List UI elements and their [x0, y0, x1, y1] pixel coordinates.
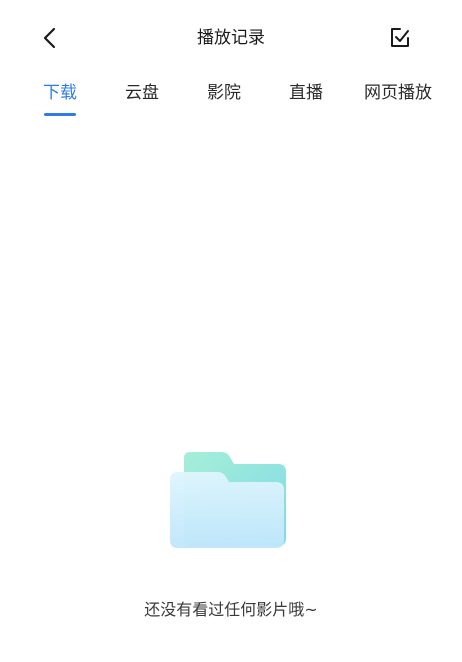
tab-cinema[interactable]: 影院: [207, 80, 241, 106]
empty-state-message: 还没有看过任何影片哦~: [144, 600, 318, 619]
tab-live[interactable]: 直播: [289, 80, 323, 106]
tab-cloud-drive[interactable]: 云盘: [125, 80, 159, 106]
back-button[interactable]: [36, 24, 64, 52]
tab-web-playback[interactable]: 网页播放: [364, 80, 432, 106]
edit-select-button[interactable]: [386, 24, 414, 52]
header: 播放记录: [0, 0, 462, 76]
active-tab-indicator: [44, 113, 76, 116]
folder-icon: [170, 452, 286, 548]
chevron-left-icon: [43, 27, 56, 49]
play-history-screen: 播放记录 下载 云盘 影院 直播 网页播放 还没有看过任何影片哦~: [0, 0, 462, 662]
checkbox-edit-icon: [391, 28, 409, 47]
tab-bar: 下载 云盘 影院 直播 网页播放: [0, 76, 462, 120]
tab-download[interactable]: 下载: [43, 80, 77, 106]
empty-state-illustration: [166, 450, 288, 550]
